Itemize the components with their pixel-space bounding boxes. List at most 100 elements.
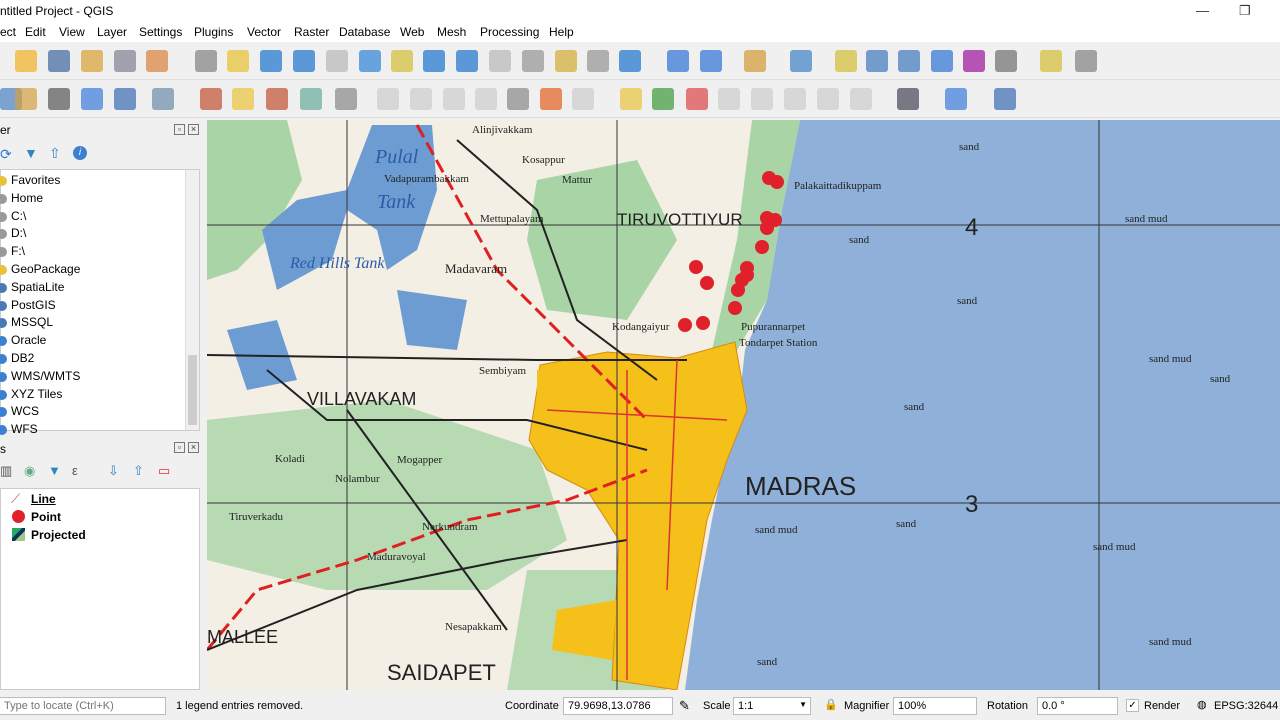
toolbar-button-icon[interactable]: [48, 88, 70, 110]
toolbar-button-icon[interactable]: [489, 50, 511, 72]
point-feature[interactable]: [760, 221, 774, 235]
map-svg[interactable]: Pulal Tank Red Hills Tank TIRUVOTTIYUR V…: [207, 120, 1280, 690]
collapse-all-icon[interactable]: ⇧: [49, 145, 61, 162]
toolbar-button-icon[interactable]: [195, 50, 217, 72]
minimize-button[interactable]: —: [1196, 3, 1209, 18]
toolbar-button-icon[interactable]: [359, 50, 381, 72]
toolbar-button-icon[interactable]: [835, 50, 857, 72]
point-feature[interactable]: [700, 276, 714, 290]
toolbar-button-icon[interactable]: [48, 50, 70, 72]
coordinate-field[interactable]: 79.9698,13.0786: [563, 697, 673, 715]
menu-settings[interactable]: Settings: [139, 25, 182, 39]
browser-item[interactable]: Favorites: [11, 173, 60, 187]
magnifier-spinbox[interactable]: 100%: [893, 697, 977, 715]
toolbar-button-icon[interactable]: [945, 88, 967, 110]
toolbar-button-icon[interactable]: [522, 50, 544, 72]
toolbar-button-icon[interactable]: [15, 50, 37, 72]
rotation-spinbox[interactable]: 0.0 °: [1037, 697, 1118, 715]
toolbar-button-icon[interactable]: [114, 50, 136, 72]
point-feature[interactable]: [740, 268, 754, 282]
toolbar-button-icon[interactable]: [898, 50, 920, 72]
menu-layer[interactable]: Layer: [97, 25, 127, 39]
maximize-button[interactable]: ❐: [1239, 3, 1251, 19]
browser-item[interactable]: WFS: [11, 422, 38, 436]
browser-item[interactable]: GeoPackage: [11, 262, 80, 276]
toolbar-button-icon[interactable]: [619, 50, 641, 72]
menu-web[interactable]: Web: [400, 25, 424, 39]
toolbar-button-icon[interactable]: [391, 50, 413, 72]
point-feature[interactable]: [696, 316, 710, 330]
toolbar-button-icon[interactable]: [326, 50, 348, 72]
menu-view[interactable]: View: [59, 25, 85, 39]
toolbar-button-icon[interactable]: [114, 88, 136, 110]
toolbar-button-icon[interactable]: [266, 88, 288, 110]
browser-item[interactable]: WCS: [11, 404, 39, 418]
toolbar-button-icon[interactable]: [232, 88, 254, 110]
toolbar-button-icon[interactable]: [15, 88, 37, 110]
menu-mesh[interactable]: Mesh: [437, 25, 466, 39]
browser-item[interactable]: Oracle: [11, 333, 46, 347]
toolbar-button-icon[interactable]: [540, 88, 562, 110]
toolbar-button-icon[interactable]: [572, 88, 594, 110]
toolbar-button-icon[interactable]: [850, 88, 872, 110]
toolbar-button-icon[interactable]: [410, 88, 432, 110]
menu-raster[interactable]: Raster: [294, 25, 329, 39]
browser-item[interactable]: DB2: [11, 351, 34, 365]
layer-point[interactable]: Point: [31, 510, 61, 524]
toolbar-button-icon[interactable]: [200, 88, 222, 110]
toolbar-button-icon[interactable]: [443, 88, 465, 110]
browser-item[interactable]: WMS/WMTS: [11, 369, 80, 383]
point-feature[interactable]: [731, 283, 745, 297]
toolbar-button-icon[interactable]: [652, 88, 674, 110]
toolbar-button-icon[interactable]: [700, 50, 722, 72]
filter-icon[interactable]: ▼: [24, 145, 38, 161]
scale-combobox[interactable]: 1:1 ▼: [733, 697, 811, 715]
toolbar-button-icon[interactable]: [227, 50, 249, 72]
refresh-icon[interactable]: ⟳: [0, 146, 12, 163]
browser-item[interactable]: MSSQL: [11, 315, 53, 329]
browser-item[interactable]: PostGIS: [11, 298, 56, 312]
visibility-eye-icon[interactable]: ◉: [24, 463, 35, 479]
point-feature[interactable]: [728, 301, 742, 315]
layer-projected[interactable]: Projected: [31, 528, 86, 542]
locator-search-input[interactable]: [0, 697, 166, 715]
menu-vector[interactable]: Vector: [247, 25, 281, 39]
toolbar-button-icon[interactable]: [260, 50, 282, 72]
float-panel-button[interactable]: ▫: [174, 124, 185, 135]
crs-button[interactable]: EPSG:32644: [1214, 700, 1278, 712]
toolbar-button-icon[interactable]: [507, 88, 529, 110]
lock-scale-icon[interactable]: 🔒: [824, 698, 838, 711]
menu-plugins[interactable]: Plugins: [194, 25, 233, 39]
toolbar-button-icon[interactable]: [994, 88, 1016, 110]
browser-item[interactable]: C:\: [11, 209, 26, 223]
point-feature[interactable]: [678, 318, 692, 332]
toolbar-button-icon[interactable]: [81, 88, 103, 110]
menu-processing[interactable]: Processing: [480, 25, 539, 39]
browser-item[interactable]: SpatiaLite: [11, 280, 64, 294]
layer-tree[interactable]: ⟋ Line Point Projected: [0, 488, 200, 690]
menu-help[interactable]: Help: [549, 25, 574, 39]
toolbar-button-icon[interactable]: [456, 50, 478, 72]
filter-expression-icon[interactable]: ε: [72, 463, 78, 478]
toolbar-button-icon[interactable]: [423, 50, 445, 72]
crs-globe-icon[interactable]: ◍: [1197, 698, 1207, 711]
toolbar-button-icon[interactable]: [866, 50, 888, 72]
toolbar-button-icon[interactable]: [790, 50, 812, 72]
toolbar-button-icon[interactable]: [995, 50, 1017, 72]
toolbar-button-icon[interactable]: [817, 88, 839, 110]
add-group-icon[interactable]: ▥: [0, 463, 12, 479]
browser-item[interactable]: XYZ Tiles: [11, 387, 62, 401]
browser-item[interactable]: Home: [11, 191, 43, 205]
point-feature[interactable]: [689, 260, 703, 274]
close-panel-button[interactable]: ×: [188, 442, 199, 453]
toolbar-button-icon[interactable]: [1075, 50, 1097, 72]
toolbar-button-icon[interactable]: [81, 50, 103, 72]
menu-project[interactable]: ect: [0, 25, 16, 39]
point-feature[interactable]: [755, 240, 769, 254]
toolbar-button-icon[interactable]: [620, 88, 642, 110]
toolbar-button-icon[interactable]: [784, 88, 806, 110]
browser-item[interactable]: F:\: [11, 244, 25, 258]
toolbar-button-icon[interactable]: [377, 88, 399, 110]
toolbar-button-icon[interactable]: [152, 88, 174, 110]
toolbar-button-icon[interactable]: [744, 50, 766, 72]
